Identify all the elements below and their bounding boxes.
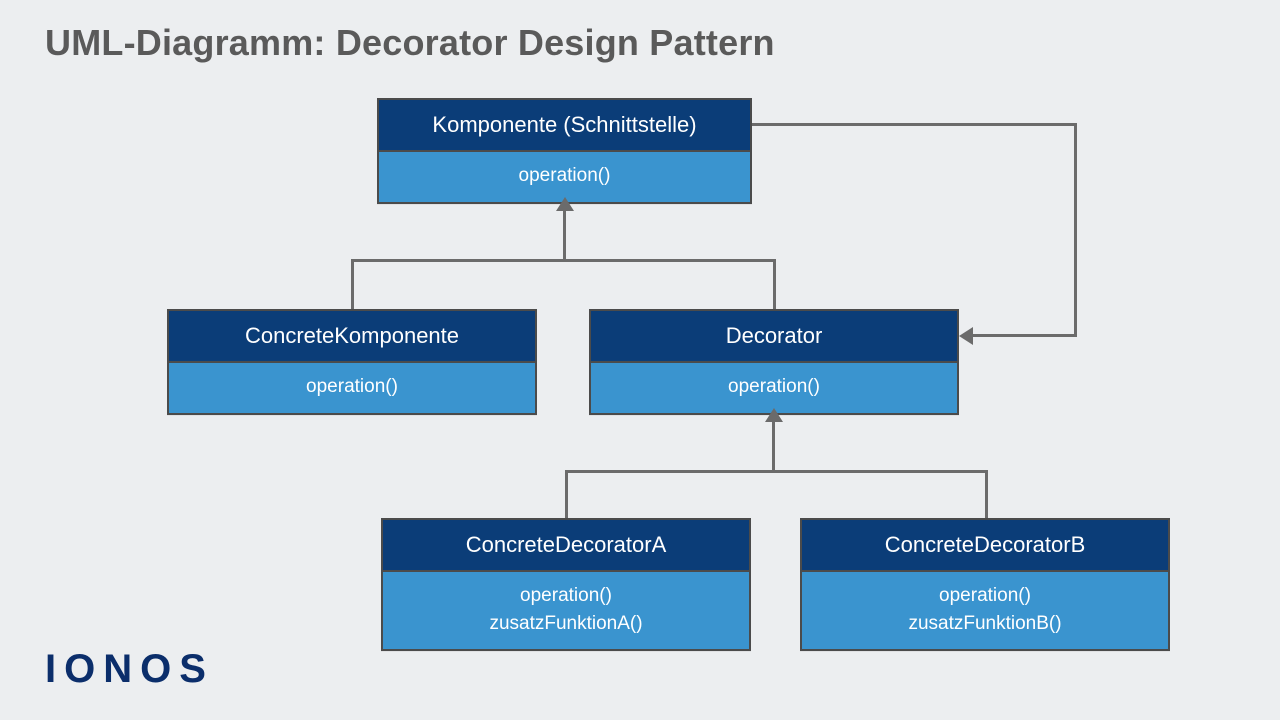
uml-node-decorator: Decorator operation() xyxy=(589,309,959,415)
uml-node-methods: operation()zusatzFunktionB() xyxy=(802,572,1168,649)
connector-line xyxy=(563,211,566,261)
connector-line xyxy=(973,334,1077,337)
arrow-left-icon xyxy=(959,327,973,345)
uml-node-concrete-decorator-a: ConcreteDecoratorA operation()zusatzFunk… xyxy=(381,518,751,651)
connector-line xyxy=(772,422,775,472)
uml-node-methods: operation()zusatzFunktionA() xyxy=(383,572,749,649)
connector-line xyxy=(773,259,776,309)
uml-node-methods: operation() xyxy=(591,363,957,413)
brand-logo: IONOS xyxy=(45,647,214,692)
connector-line xyxy=(752,123,1077,126)
uml-node-title: Komponente (Schnittstelle) xyxy=(379,100,750,152)
uml-node-concrete-decorator-b: ConcreteDecoratorB operation()zusatzFunk… xyxy=(800,518,1170,651)
page-title: UML-Diagramm: Decorator Design Pattern xyxy=(45,22,775,64)
uml-node-title: ConcreteKomponente xyxy=(169,311,535,363)
arrow-up-icon xyxy=(765,408,783,422)
connector-line xyxy=(985,470,988,518)
uml-node-methods: operation() xyxy=(379,152,750,202)
connector-line xyxy=(351,259,354,309)
uml-node-title: ConcreteDecoratorB xyxy=(802,520,1168,572)
uml-node-concrete-component: ConcreteKomponente operation() xyxy=(167,309,537,415)
uml-node-methods: operation() xyxy=(169,363,535,413)
connector-line xyxy=(1074,123,1077,337)
uml-node-title: ConcreteDecoratorA xyxy=(383,520,749,572)
uml-node-component: Komponente (Schnittstelle) operation() xyxy=(377,98,752,204)
connector-line xyxy=(351,259,776,262)
arrow-up-icon xyxy=(556,197,574,211)
connector-line xyxy=(565,470,988,473)
connector-line xyxy=(565,470,568,518)
uml-node-title: Decorator xyxy=(591,311,957,363)
